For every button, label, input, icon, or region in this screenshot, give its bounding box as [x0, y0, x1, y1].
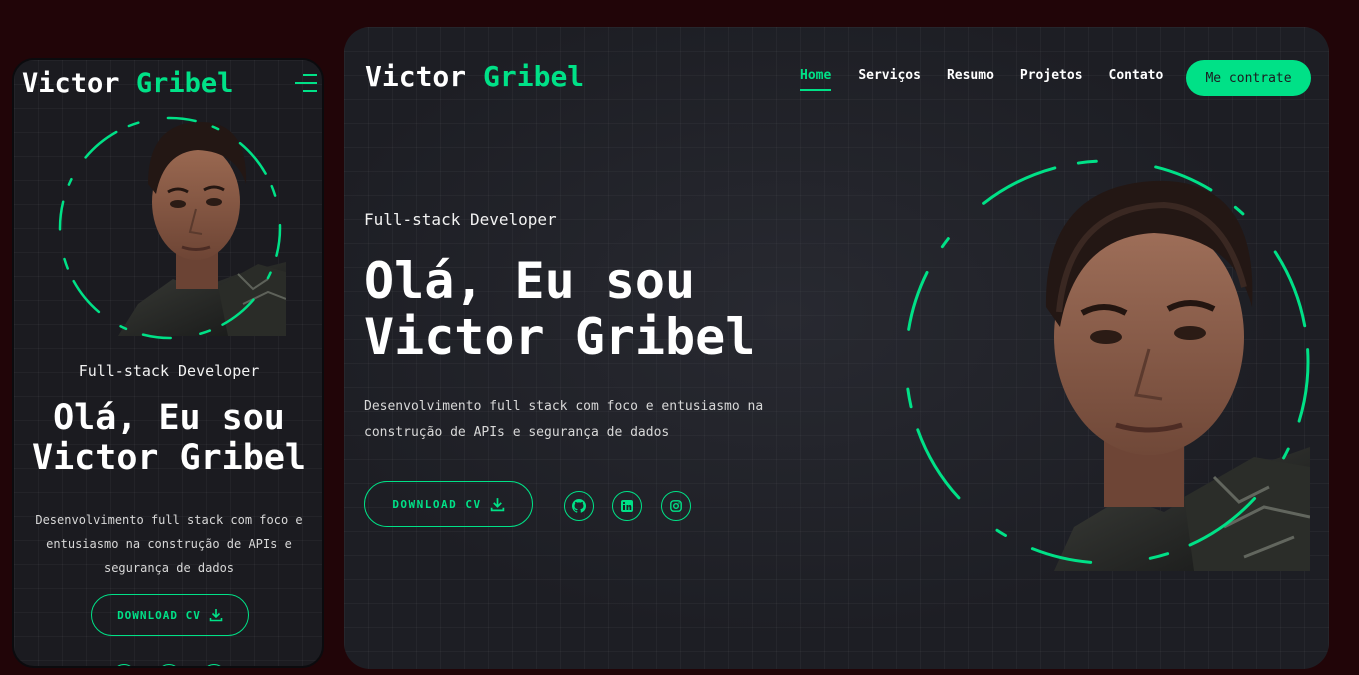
- instagram-icon[interactable]: [661, 491, 691, 521]
- mobile-hero-title: Olá, Eu sou Victor Gribel: [14, 398, 322, 478]
- mobile-preview: Victor Gribel Full-stack Developer Olá, …: [12, 58, 324, 668]
- desktop-download-cv-button[interactable]: DOWNLOAD CV: [364, 481, 533, 527]
- download-cv-label: DOWNLOAD CV: [117, 608, 201, 622]
- mobile-profile-photo: [56, 114, 284, 342]
- logo-last-name: Gribel: [135, 68, 234, 99]
- logo-last-name: Gribel: [483, 60, 585, 93]
- download-icon: [209, 609, 223, 622]
- title-line-1: Olá, Eu sou: [364, 252, 696, 310]
- hamburger-menu-icon[interactable]: [295, 74, 317, 96]
- photo-ring: [904, 159, 1310, 565]
- github-icon[interactable]: [564, 491, 594, 521]
- title-line-2: Victor Gribel: [32, 438, 306, 478]
- nav-projetos[interactable]: Projetos: [1020, 68, 1083, 83]
- linkedin-icon[interactable]: [157, 664, 181, 666]
- mobile-description: Desenvolvimento full stack com foco e en…: [35, 513, 303, 575]
- hire-me-button[interactable]: Me contrate: [1186, 60, 1311, 96]
- mobile-role: Full-stack Developer: [78, 362, 260, 380]
- desktop-preview: Victor Gribel Home Serviços Resumo Proje…: [344, 27, 1329, 669]
- desktop-logo[interactable]: Victor Gribel: [365, 60, 584, 93]
- title-line-2: Victor Gribel: [364, 308, 756, 366]
- desktop-profile-photo: [902, 157, 1312, 572]
- desktop-description: Desenvolvimento full stack com foco e en…: [364, 399, 764, 440]
- nav-servicos[interactable]: Serviços: [858, 68, 921, 83]
- logo-first-name: Victor: [22, 68, 120, 99]
- linkedin-icon[interactable]: [612, 491, 642, 521]
- mobile-logo[interactable]: Victor Gribel: [22, 68, 233, 99]
- instagram-icon[interactable]: [202, 664, 226, 666]
- mobile-download-cv-button[interactable]: DOWNLOAD CV: [91, 594, 249, 636]
- logo-first-name: Victor: [365, 60, 467, 93]
- desktop-hero-title: Olá, Eu sou Victor Gribel: [364, 253, 755, 365]
- github-icon[interactable]: [112, 664, 136, 666]
- main-nav: Home Serviços Resumo Projetos Contato: [800, 68, 1164, 91]
- photo-ring: [58, 116, 282, 340]
- desktop-role: Full-stack Developer: [364, 210, 557, 229]
- download-cv-label: DOWNLOAD CV: [392, 497, 482, 511]
- download-icon: [490, 497, 504, 511]
- title-line-1: Olá, Eu sou: [53, 398, 285, 438]
- nav-resumo[interactable]: Resumo: [947, 68, 994, 83]
- nav-contato[interactable]: Contato: [1109, 68, 1164, 83]
- nav-home[interactable]: Home: [800, 68, 832, 91]
